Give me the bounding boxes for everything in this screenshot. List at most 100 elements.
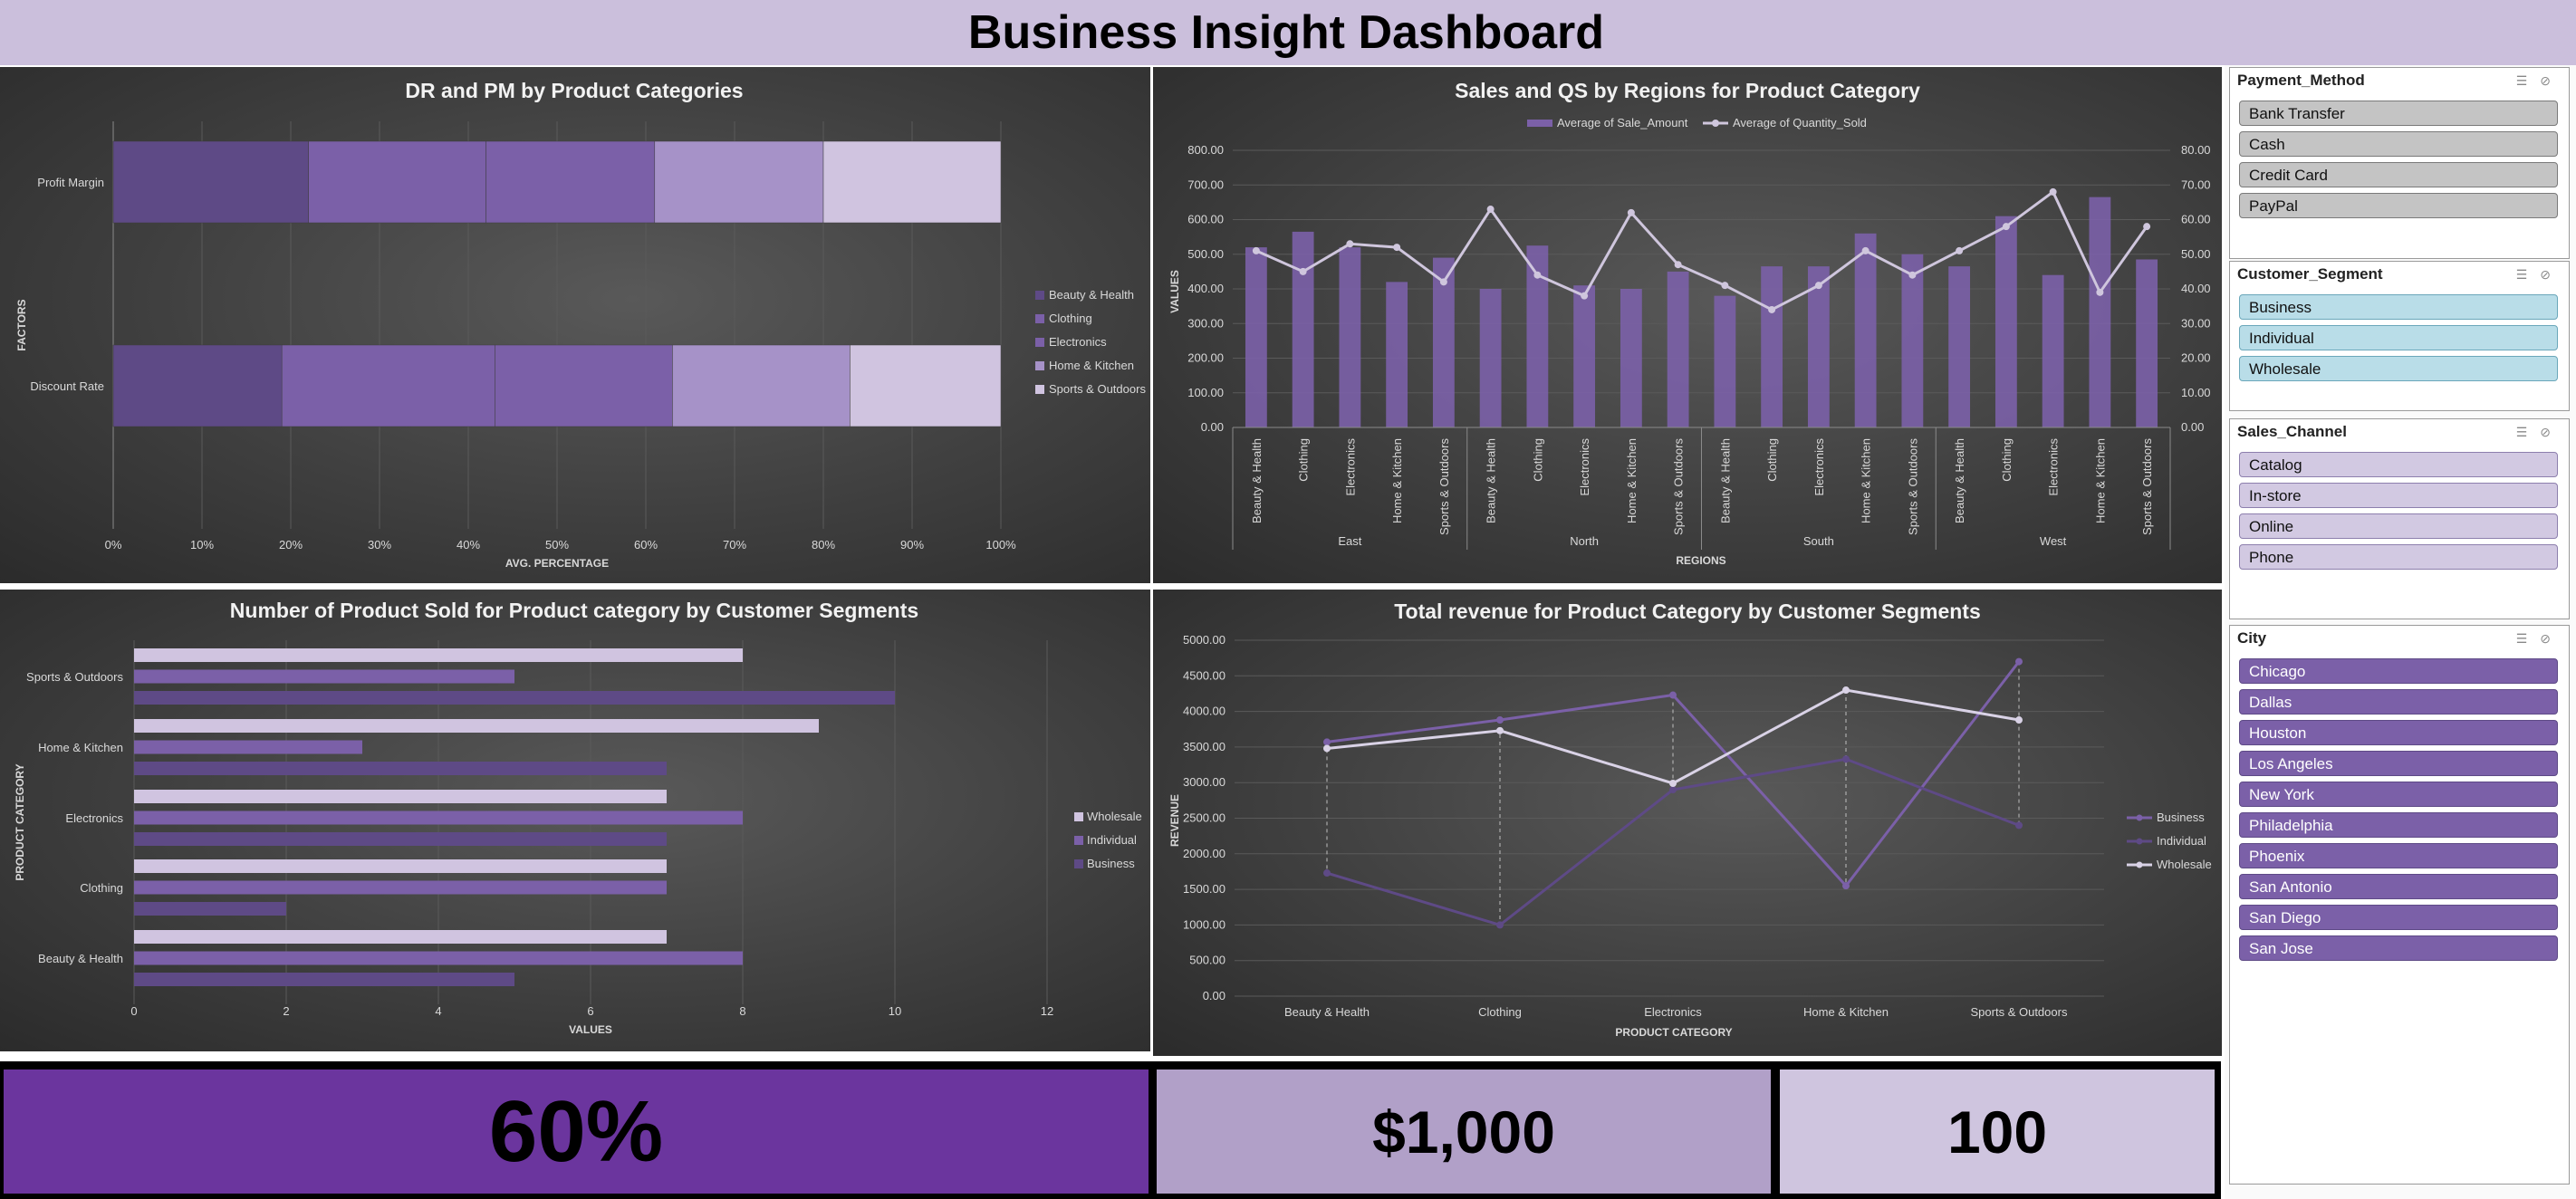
bar	[134, 669, 514, 684]
slicer-item[interactable]: Business	[2239, 294, 2558, 320]
legend-swatch	[1035, 314, 1044, 323]
bar	[1573, 285, 1596, 427]
slicer-item[interactable]: Dallas	[2239, 689, 2558, 715]
chart-sales-qs[interactable]: Sales and QS by Regions for Product Cate…	[1153, 67, 2222, 583]
slicer-item[interactable]: Cash	[2239, 131, 2558, 157]
y2-tick-label: 40.00	[2181, 282, 2211, 295]
bar	[134, 859, 667, 873]
slicer-item[interactable]: New York	[2239, 782, 2558, 807]
slicer-item[interactable]: Bank Transfer	[2239, 101, 2558, 126]
bar-segment	[112, 140, 309, 224]
y-tick-label: 300.00	[1187, 316, 1224, 330]
slicer-item[interactable]: San Diego	[2239, 905, 2558, 930]
slicer-item[interactable]: Chicago	[2239, 658, 2558, 684]
line-point	[1674, 261, 1682, 269]
bar	[134, 902, 286, 916]
x-tick-label: Clothing	[1297, 438, 1311, 482]
x-tick-label: 20%	[279, 538, 303, 552]
slicer-item[interactable]: Phoenix	[2239, 843, 2558, 868]
x-tick-label: Sports & Outdoors	[2140, 438, 2154, 535]
y-tick-label: 1500.00	[1183, 882, 1226, 896]
multi-select-icon[interactable]: ☰	[2516, 631, 2541, 646]
slicer-item[interactable]: Individual	[2239, 325, 2558, 350]
line-point	[1323, 738, 1331, 746]
slicer-item[interactable]: Los Angeles	[2239, 751, 2558, 776]
x-tick-label: 50%	[545, 538, 569, 552]
slicer-item[interactable]: PayPal	[2239, 193, 2558, 218]
x-axis-title: AVG. PERCENTAGE	[505, 557, 609, 570]
slicer-title: Sales_Channel	[2237, 423, 2347, 440]
clear-filter-icon[interactable]: ⊘	[2540, 267, 2563, 282]
y-tick-label: 500.00	[1187, 247, 1224, 261]
chart-dr-pm[interactable]: DR and PM by Product Categories 0% 10% 20% 3…	[0, 67, 1150, 583]
chart-panel-num-sold[interactable]: Number of Product Sold for Product categ…	[0, 590, 1150, 1051]
bar-segment	[112, 344, 283, 427]
slicer-sales-channel[interactable]: Sales_Channel ☰⊘ Catalog In-store Online Phon…	[2229, 418, 2570, 619]
chart-revenue[interactable]: Total revenue for Product Category by Cu…	[1153, 590, 2222, 1056]
x-tick-label: 80%	[812, 538, 835, 552]
chart-panel-dr-pm[interactable]: DR and PM by Product Categories 0% 10% 20% 3…	[0, 67, 1150, 583]
region-label: South	[1803, 534, 1834, 548]
x-axis-title: REGIONS	[1676, 554, 1725, 567]
x-tick-label: Beauty & Health	[1953, 438, 1966, 523]
legend-swatch	[1074, 812, 1083, 821]
multi-select-icon[interactable]: ☰	[2516, 425, 2541, 439]
slicer-item[interactable]: Catalog	[2239, 452, 2558, 477]
bar	[1948, 266, 1971, 427]
y-tick-label: 3000.00	[1183, 775, 1226, 789]
slicer-city[interactable]: City ☰⊘ Chicago Dallas Houston Los Angeles New…	[2229, 625, 2570, 1185]
legend-swatch	[1527, 120, 1552, 127]
line-point	[1496, 921, 1504, 929]
clear-filter-icon[interactable]: ⊘	[2540, 425, 2563, 439]
slicer-item[interactable]: San Jose	[2239, 935, 2558, 961]
y-tick-label: 100.00	[1187, 386, 1224, 399]
legend-label: Individual	[1087, 833, 1137, 847]
bar	[1761, 266, 1783, 427]
slicer-item[interactable]: Phone	[2239, 544, 2558, 570]
x-tick-label: 8	[739, 1004, 745, 1018]
slicer-item[interactable]: Houston	[2239, 720, 2558, 745]
slicer-item[interactable]: Philadelphia	[2239, 812, 2558, 838]
clear-filter-icon[interactable]: ⊘	[2540, 73, 2563, 88]
y2-tick-label: 80.00	[2181, 143, 2211, 157]
line-point	[1581, 292, 1589, 300]
legend-marker	[2136, 838, 2143, 845]
x-tick-label: 70%	[723, 538, 746, 552]
slicer-customer-segment[interactable]: Customer_Segment ☰⊘ Business Individual Whol…	[2229, 261, 2570, 411]
multi-select-icon[interactable]: ☰	[2516, 73, 2541, 88]
x-tick-label: Clothing	[2000, 438, 2014, 482]
multi-select-icon[interactable]: ☰	[2516, 267, 2541, 282]
slicer-item[interactable]: Wholesale	[2239, 356, 2558, 381]
line-point	[1346, 240, 1354, 248]
line-point	[1496, 726, 1504, 734]
x-axis-title: PRODUCT CATEGORY	[1615, 1026, 1732, 1039]
y2-tick-label: 20.00	[2181, 351, 2211, 365]
bar-segment	[654, 140, 824, 224]
slicer-item[interactable]: Online	[2239, 513, 2558, 539]
chart-num-sold[interactable]: Number of Product Sold for Product categ…	[0, 590, 1150, 1051]
x-tick-label: Clothing	[1478, 1005, 1522, 1019]
line-point	[1861, 246, 1870, 254]
bar	[1714, 295, 1736, 427]
y-tick-label: 4500.00	[1183, 668, 1226, 682]
bar-segment	[308, 140, 486, 224]
y-axis-title: VALUES	[1168, 270, 1181, 313]
bar	[2089, 197, 2111, 427]
y-tick-label: Discount Rate	[30, 379, 104, 393]
line-point	[1496, 716, 1504, 724]
y-axis-title: REVENUE	[1168, 794, 1181, 847]
slicer-item[interactable]: In-store	[2239, 483, 2558, 508]
line-point	[2015, 657, 2023, 666]
chart-panel-revenue[interactable]: Total revenue for Product Category by Cu…	[1153, 590, 2222, 1056]
clear-filter-icon[interactable]: ⊘	[2540, 631, 2563, 646]
slicer-item[interactable]: San Antonio	[2239, 874, 2558, 899]
x-tick-label: 10	[889, 1004, 901, 1018]
bar	[134, 951, 743, 965]
slicer-payment-method[interactable]: Payment_Method ☰⊘ Bank Transfer Cash Credit …	[2229, 67, 2570, 259]
chart-panel-sales-qs[interactable]: Sales and QS by Regions for Product Cate…	[1153, 67, 2222, 583]
slicer-item[interactable]: Credit Card	[2239, 162, 2558, 187]
legend-swatch	[1035, 361, 1044, 370]
legend-label: Wholesale	[2157, 858, 2212, 871]
slicer-toolbar: ☰⊘	[2516, 631, 2563, 647]
y-tick-label: Beauty & Health	[38, 952, 123, 965]
